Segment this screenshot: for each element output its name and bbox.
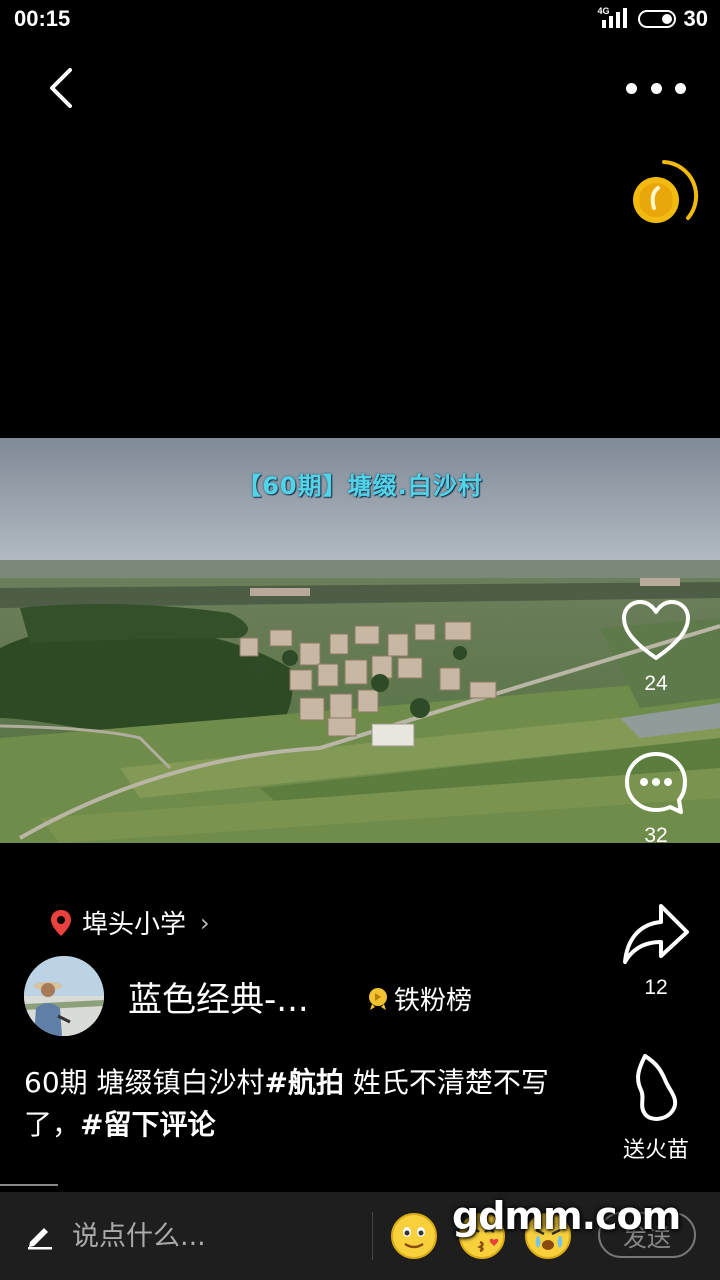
share-button[interactable]: 12: [606, 900, 706, 1000]
send-flame-button[interactable]: 送火苗: [606, 1052, 706, 1164]
status-right: 4G 30: [597, 6, 708, 32]
video-caption: 【60期】塘缀.白沙村: [237, 472, 483, 500]
status-bar: 00:15 4G 30: [0, 0, 720, 40]
battery-level: 30: [683, 6, 708, 31]
hashtag-aerial[interactable]: #航拍: [265, 1066, 344, 1099]
coin-reward-widget[interactable]: [620, 158, 700, 230]
pencil-icon: [28, 1228, 52, 1250]
flame-icon: [636, 1054, 678, 1121]
comment-count: 32: [644, 824, 668, 847]
signal-icon: 4G: [597, 6, 630, 30]
send-flame-label: 送火苗: [622, 1138, 689, 1163]
fan-ranking-badge[interactable]: 铁粉榜: [366, 980, 472, 1017]
like-count: 24: [644, 672, 668, 695]
status-time: 00:15: [14, 6, 71, 31]
like-button[interactable]: 24: [606, 598, 706, 696]
heart-icon: [622, 600, 690, 660]
network-label: 4G: [597, 6, 610, 16]
location-pin-icon: [51, 909, 71, 936]
medal-icon: [369, 987, 387, 1010]
video-progress-bar: [0, 1184, 58, 1186]
more-dots-icon: [626, 82, 637, 94]
divider: [372, 1212, 373, 1260]
hashtag-leave-comment[interactable]: #留下评论: [80, 1108, 215, 1141]
share-count: 12: [644, 976, 668, 999]
author-name[interactable]: 蓝色经典-...: [128, 972, 309, 1021]
battery-icon: [637, 10, 676, 28]
back-button[interactable]: [42, 66, 86, 110]
coin-icon: [633, 160, 699, 223]
comment-bubble-icon: [625, 752, 687, 814]
author-avatar[interactable]: [24, 956, 104, 1036]
smile-emoji-icon[interactable]: [390, 1212, 438, 1260]
post-description: 60期 塘缀镇白沙村#航拍 姓氏不清楚不写了，#留下评论: [24, 1062, 584, 1146]
comment-input[interactable]: [72, 1216, 362, 1256]
avatar-image: [24, 956, 104, 1036]
comment-button[interactable]: 32: [606, 750, 706, 848]
chevron-right-icon: ›: [200, 908, 210, 937]
location-tag[interactable]: 埠头小学 ›: [50, 904, 210, 941]
watermark-text: gdmm.com: [452, 1194, 681, 1238]
fan-ranking-label: 铁粉榜: [394, 986, 473, 1016]
more-button[interactable]: [626, 70, 686, 106]
chevron-left-icon: [50, 68, 72, 108]
share-arrow-icon: [623, 904, 689, 964]
location-label: 埠头小学: [82, 910, 187, 940]
description-text: 60期 塘缀镇白沙村: [24, 1066, 265, 1099]
